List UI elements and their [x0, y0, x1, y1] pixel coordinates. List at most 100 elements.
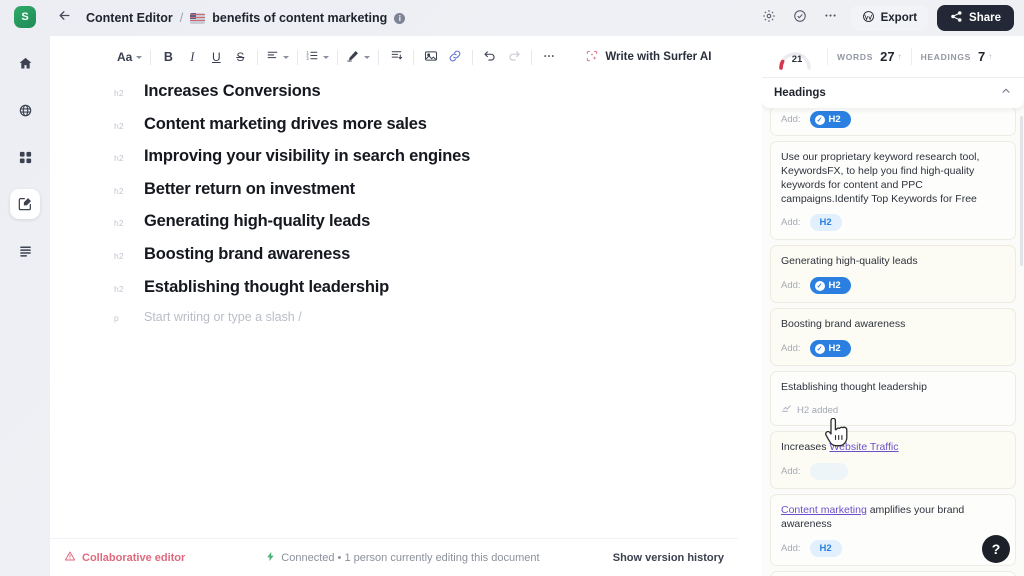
add-h2-button[interactable]: ✓ H2: [810, 340, 851, 357]
strike-label: S: [236, 50, 244, 64]
app-root: S: [0, 0, 1024, 576]
block-tag: h2: [114, 218, 144, 228]
suggestion-card[interactable]: Establishing thought leadership H2 added: [770, 371, 1016, 426]
toolbar-more-button[interactable]: [537, 44, 561, 70]
add-label: Add:: [781, 543, 801, 554]
metric-label-words: WORDS: [837, 52, 873, 62]
add-h2-button[interactable]: H2: [810, 214, 842, 231]
add-h2-button[interactable]: H2: [810, 540, 842, 557]
indent-button[interactable]: [384, 44, 408, 70]
chevron-up-icon[interactable]: [1000, 84, 1012, 102]
undo-icon: [483, 49, 497, 66]
pill-label: H2: [829, 114, 841, 125]
pen-highlight-icon: [346, 49, 360, 66]
share-icon: [950, 10, 963, 26]
indent-icon: [390, 49, 403, 65]
metric-value-words: 27: [880, 49, 894, 64]
block-tag: h2: [114, 251, 144, 261]
sidebar-item-apps[interactable]: [10, 142, 40, 172]
suggestion-card[interactable]: Increases Website Traffic Add:: [770, 431, 1016, 489]
block-tag: h2: [114, 284, 144, 294]
suggestion-text: Boosting brand awareness: [781, 318, 1005, 332]
suggestion-card[interactable]: Inspires people to talk about your brand…: [770, 571, 1016, 576]
panel-scrollbar[interactable]: [1020, 116, 1023, 266]
sidebar-item-home[interactable]: [10, 48, 40, 78]
suggestion-card[interactable]: Generating high-quality leads Add: ✓ H2: [770, 245, 1016, 303]
document-block[interactable]: h2Content marketing drives more sales: [114, 115, 738, 148]
toolbar-divider: [413, 50, 414, 65]
highlight-dropdown[interactable]: [343, 44, 373, 70]
add-h2-button[interactable]: ✓ H2: [810, 277, 851, 294]
add-h2-button[interactable]: [810, 463, 848, 480]
document-block[interactable]: h2Better return on investment: [114, 180, 738, 213]
globe-icon: [18, 103, 33, 118]
bold-button[interactable]: B: [156, 44, 180, 70]
export-button[interactable]: Export: [851, 5, 928, 31]
pointing-hand-cursor: [824, 418, 850, 453]
block-tag: h2: [114, 121, 144, 131]
share-button[interactable]: Share: [937, 5, 1014, 31]
suggestion-card[interactable]: Boosting brand awareness Add: ✓ H2: [770, 308, 1016, 366]
breadcrumb-keyword: benefits of content marketing: [212, 11, 387, 25]
editor-pen-icon: [17, 196, 33, 212]
undo-button[interactable]: [478, 44, 502, 70]
sidebar-item-content-editor[interactable]: [10, 189, 40, 219]
version-history-label: Show version history: [613, 552, 724, 564]
suggestions-scroll-area[interactable]: Add: ✓ H2 Use our proprietary keyword re…: [762, 108, 1024, 576]
redo-button[interactable]: [502, 44, 526, 70]
info-icon[interactable]: i: [394, 13, 405, 24]
insert-image-button[interactable]: [419, 44, 443, 70]
back-button[interactable]: [52, 6, 76, 30]
score-value: 21: [792, 54, 803, 65]
more-options-button[interactable]: [820, 7, 842, 29]
add-label: Add:: [781, 343, 801, 354]
add-h2-button[interactable]: ✓ H2: [810, 111, 851, 128]
document-block[interactable]: h2Boosting brand awareness: [114, 245, 738, 278]
warning-triangle-icon: [64, 550, 76, 565]
editor-footer: Collaborative editor Connected • 1 perso…: [50, 538, 738, 576]
sidebar-item-audit[interactable]: [10, 236, 40, 266]
metric-arrow-words: ↑: [898, 52, 902, 61]
document-block[interactable]: h2Establishing thought leadership: [114, 278, 738, 311]
font-style-label: Aa: [117, 50, 132, 64]
connection-status: Connected • 1 person currently editing t…: [265, 551, 539, 565]
collaborative-editor-status[interactable]: Collaborative editor: [64, 550, 185, 565]
add-label: Add:: [781, 114, 801, 125]
document-placeholder-block[interactable]: pStart writing or type a slash /: [114, 310, 738, 343]
suggestion-card[interactable]: Use our proprietary keyword research too…: [770, 141, 1016, 240]
ellipsis-icon: [823, 8, 838, 28]
heading-text: Increases Conversions: [144, 82, 320, 101]
font-style-dropdown[interactable]: Aa: [114, 44, 145, 70]
document-editor[interactable]: h2Increases Conversions h2Content market…: [50, 78, 738, 538]
help-button[interactable]: ?: [982, 535, 1010, 563]
heading-text: Content marketing drives more sales: [144, 115, 427, 134]
breadcrumb-section[interactable]: Content Editor: [86, 11, 173, 25]
sidebar-item-explore[interactable]: [10, 95, 40, 125]
headings-section-header[interactable]: Headings: [762, 78, 1024, 108]
document-block[interactable]: h2Improving your visibility in search en…: [114, 147, 738, 180]
align-dropdown[interactable]: [263, 44, 292, 70]
italic-button[interactable]: I: [180, 44, 204, 70]
block-tag: p: [114, 313, 144, 323]
content-score-gauge[interactable]: 21: [772, 43, 818, 71]
ellipsis-icon: [542, 49, 556, 66]
suggestion-link[interactable]: Content marketing: [781, 504, 867, 516]
document-block[interactable]: h2Increases Conversions: [114, 82, 738, 115]
strikethrough-button[interactable]: S: [228, 44, 252, 70]
insert-link-button[interactable]: [443, 44, 467, 70]
list-dropdown[interactable]: 123: [303, 44, 332, 70]
suggestion-text: Increases Website Traffic: [781, 441, 1005, 455]
write-with-surfer-ai-button[interactable]: Write with Surfer AI: [585, 49, 711, 66]
guidelines-button[interactable]: [789, 7, 811, 29]
heading-text: Generating high-quality leads: [144, 212, 370, 231]
document-block[interactable]: h2Generating high-quality leads: [114, 212, 738, 245]
underline-button[interactable]: U: [204, 44, 228, 70]
add-label: Add:: [781, 217, 801, 228]
settings-button[interactable]: [758, 7, 780, 29]
grid-icon: [18, 150, 33, 165]
suggestion-card[interactable]: Content marketing amplifies your brand a…: [770, 494, 1016, 566]
suggestion-card[interactable]: Add: ✓ H2: [770, 106, 1016, 136]
show-version-history-button[interactable]: Show version history: [613, 552, 724, 564]
toolbar-divider: [378, 50, 379, 65]
arrow-left-icon: [57, 8, 72, 28]
